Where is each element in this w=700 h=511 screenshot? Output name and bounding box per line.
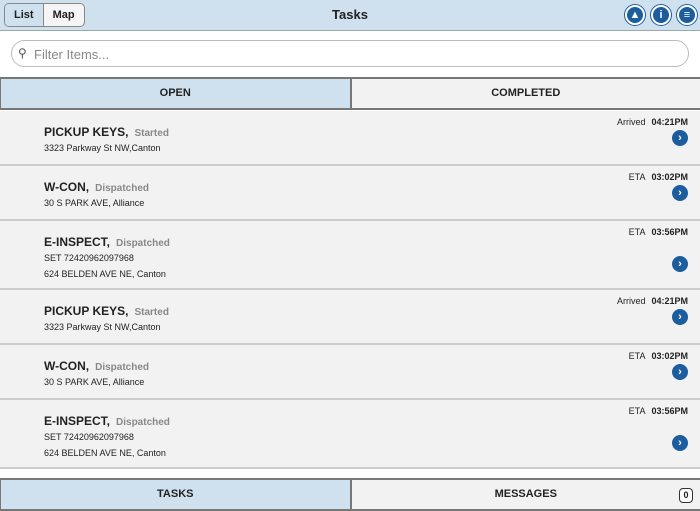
- messages-count-badge: 0: [679, 488, 693, 503]
- task-row[interactable]: E-INSPECT, Dispatched SET 72420962097968 62…: [0, 221, 700, 290]
- task-detail: 30 S PARK AVE, Alliance: [44, 377, 145, 387]
- task-row[interactable]: E-INSPECT, Dispatched SET 72420962097968 62…: [0, 400, 700, 469]
- task-time: ETA 03:56PM: [629, 406, 688, 416]
- task-title: W-CON,: [44, 359, 90, 373]
- time-label: ETA: [628, 227, 646, 237]
- time-value: 03:56PM: [651, 227, 688, 237]
- task-row[interactable]: PICKUP KEYS, Started 3323 Parkway St NW,Ca…: [0, 290, 700, 345]
- task-time: ETA 03:02PM: [629, 351, 688, 361]
- task-status: Started: [134, 128, 169, 139]
- tab-completed[interactable]: COMPLETED: [351, 79, 700, 108]
- task-row[interactable]: PICKUP KEYS, Started 3323 Parkway St NW,Ca…: [0, 111, 700, 166]
- chevron-right-icon[interactable]: ›: [672, 185, 688, 201]
- task-detail: SET 72420962097968: [44, 432, 134, 442]
- time-label: Arrived: [616, 296, 646, 306]
- task-row[interactable]: W-CON, Dispatched 30 S PARK AVE, Alliance E…: [0, 166, 700, 221]
- menu-icon[interactable]: ≡: [677, 5, 697, 25]
- info-icon[interactable]: i: [651, 5, 671, 25]
- task-name: PICKUP KEYS, Started: [44, 125, 169, 139]
- task-detail: SET 72420962097968: [44, 253, 134, 263]
- time-label: Arrived: [616, 117, 646, 127]
- chevron-right-icon[interactable]: ›: [672, 130, 688, 146]
- filter-search: ⚲: [11, 40, 689, 67]
- task-detail: 3323 Parkway St NW,Canton: [44, 322, 161, 332]
- task-title: E-INSPECT,: [44, 414, 111, 428]
- chevron-right-icon[interactable]: ›: [672, 364, 688, 380]
- task-name: W-CON, Dispatched: [44, 359, 149, 373]
- tab-tasks[interactable]: TASKS: [0, 480, 352, 509]
- search-icon: ⚲: [18, 46, 27, 60]
- task-status: Dispatched: [95, 183, 149, 194]
- time-label: ETA: [628, 351, 646, 361]
- task-time: Arrived 04:21PM: [617, 296, 688, 306]
- top-bar: List Map Tasks ▲ i ≡: [0, 0, 700, 31]
- chevron-right-icon[interactable]: ›: [672, 256, 688, 272]
- status-tabs: OPEN COMPLETED: [0, 77, 700, 110]
- bottom-tabs: TASKS MESSAGES 0: [0, 478, 700, 511]
- time-label: ETA: [628, 172, 646, 182]
- task-status: Dispatched: [116, 238, 170, 249]
- task-name: W-CON, Dispatched: [44, 180, 149, 194]
- task-name: E-INSPECT, Dispatched: [44, 414, 170, 428]
- task-list: PICKUP KEYS, Started 3323 Parkway St NW,Ca…: [0, 111, 700, 469]
- task-detail: 624 BELDEN AVE NE, Canton: [44, 448, 166, 458]
- chevron-right-icon[interactable]: ›: [672, 309, 688, 325]
- task-detail: 624 BELDEN AVE NE, Canton: [44, 269, 166, 279]
- task-time: Arrived 04:21PM: [617, 117, 688, 127]
- task-title: E-INSPECT,: [44, 235, 111, 249]
- task-status: Dispatched: [116, 417, 170, 428]
- tab-open[interactable]: OPEN: [0, 79, 352, 108]
- task-detail: 30 S PARK AVE, Alliance: [44, 198, 145, 208]
- task-title: PICKUP KEYS,: [44, 125, 129, 139]
- filter-input[interactable]: [34, 44, 674, 64]
- page-title: Tasks: [332, 7, 368, 22]
- task-detail: 3323 Parkway St NW,Canton: [44, 143, 161, 153]
- task-time: ETA 03:56PM: [629, 227, 688, 237]
- time-value: 03:02PM: [651, 351, 688, 361]
- time-value: 03:02PM: [651, 172, 688, 182]
- task-title: PICKUP KEYS,: [44, 304, 129, 318]
- task-status: Started: [134, 307, 169, 318]
- task-name: PICKUP KEYS, Started: [44, 304, 169, 318]
- time-value: 04:21PM: [651, 296, 688, 306]
- time-label: ETA: [628, 406, 646, 416]
- task-title: W-CON,: [44, 180, 90, 194]
- messages-label: MESSAGES: [494, 488, 557, 500]
- task-name: E-INSPECT, Dispatched: [44, 235, 170, 249]
- task-status: Dispatched: [95, 362, 149, 373]
- task-time: ETA 03:02PM: [629, 172, 688, 182]
- tab-messages[interactable]: MESSAGES 0: [351, 480, 700, 509]
- time-value: 03:56PM: [651, 406, 688, 416]
- task-row[interactable]: W-CON, Dispatched 30 S PARK AVE, Alliance E…: [0, 345, 700, 400]
- time-value: 04:21PM: [651, 117, 688, 127]
- chevron-right-icon[interactable]: ›: [672, 435, 688, 451]
- alert-icon[interactable]: ▲: [625, 5, 645, 25]
